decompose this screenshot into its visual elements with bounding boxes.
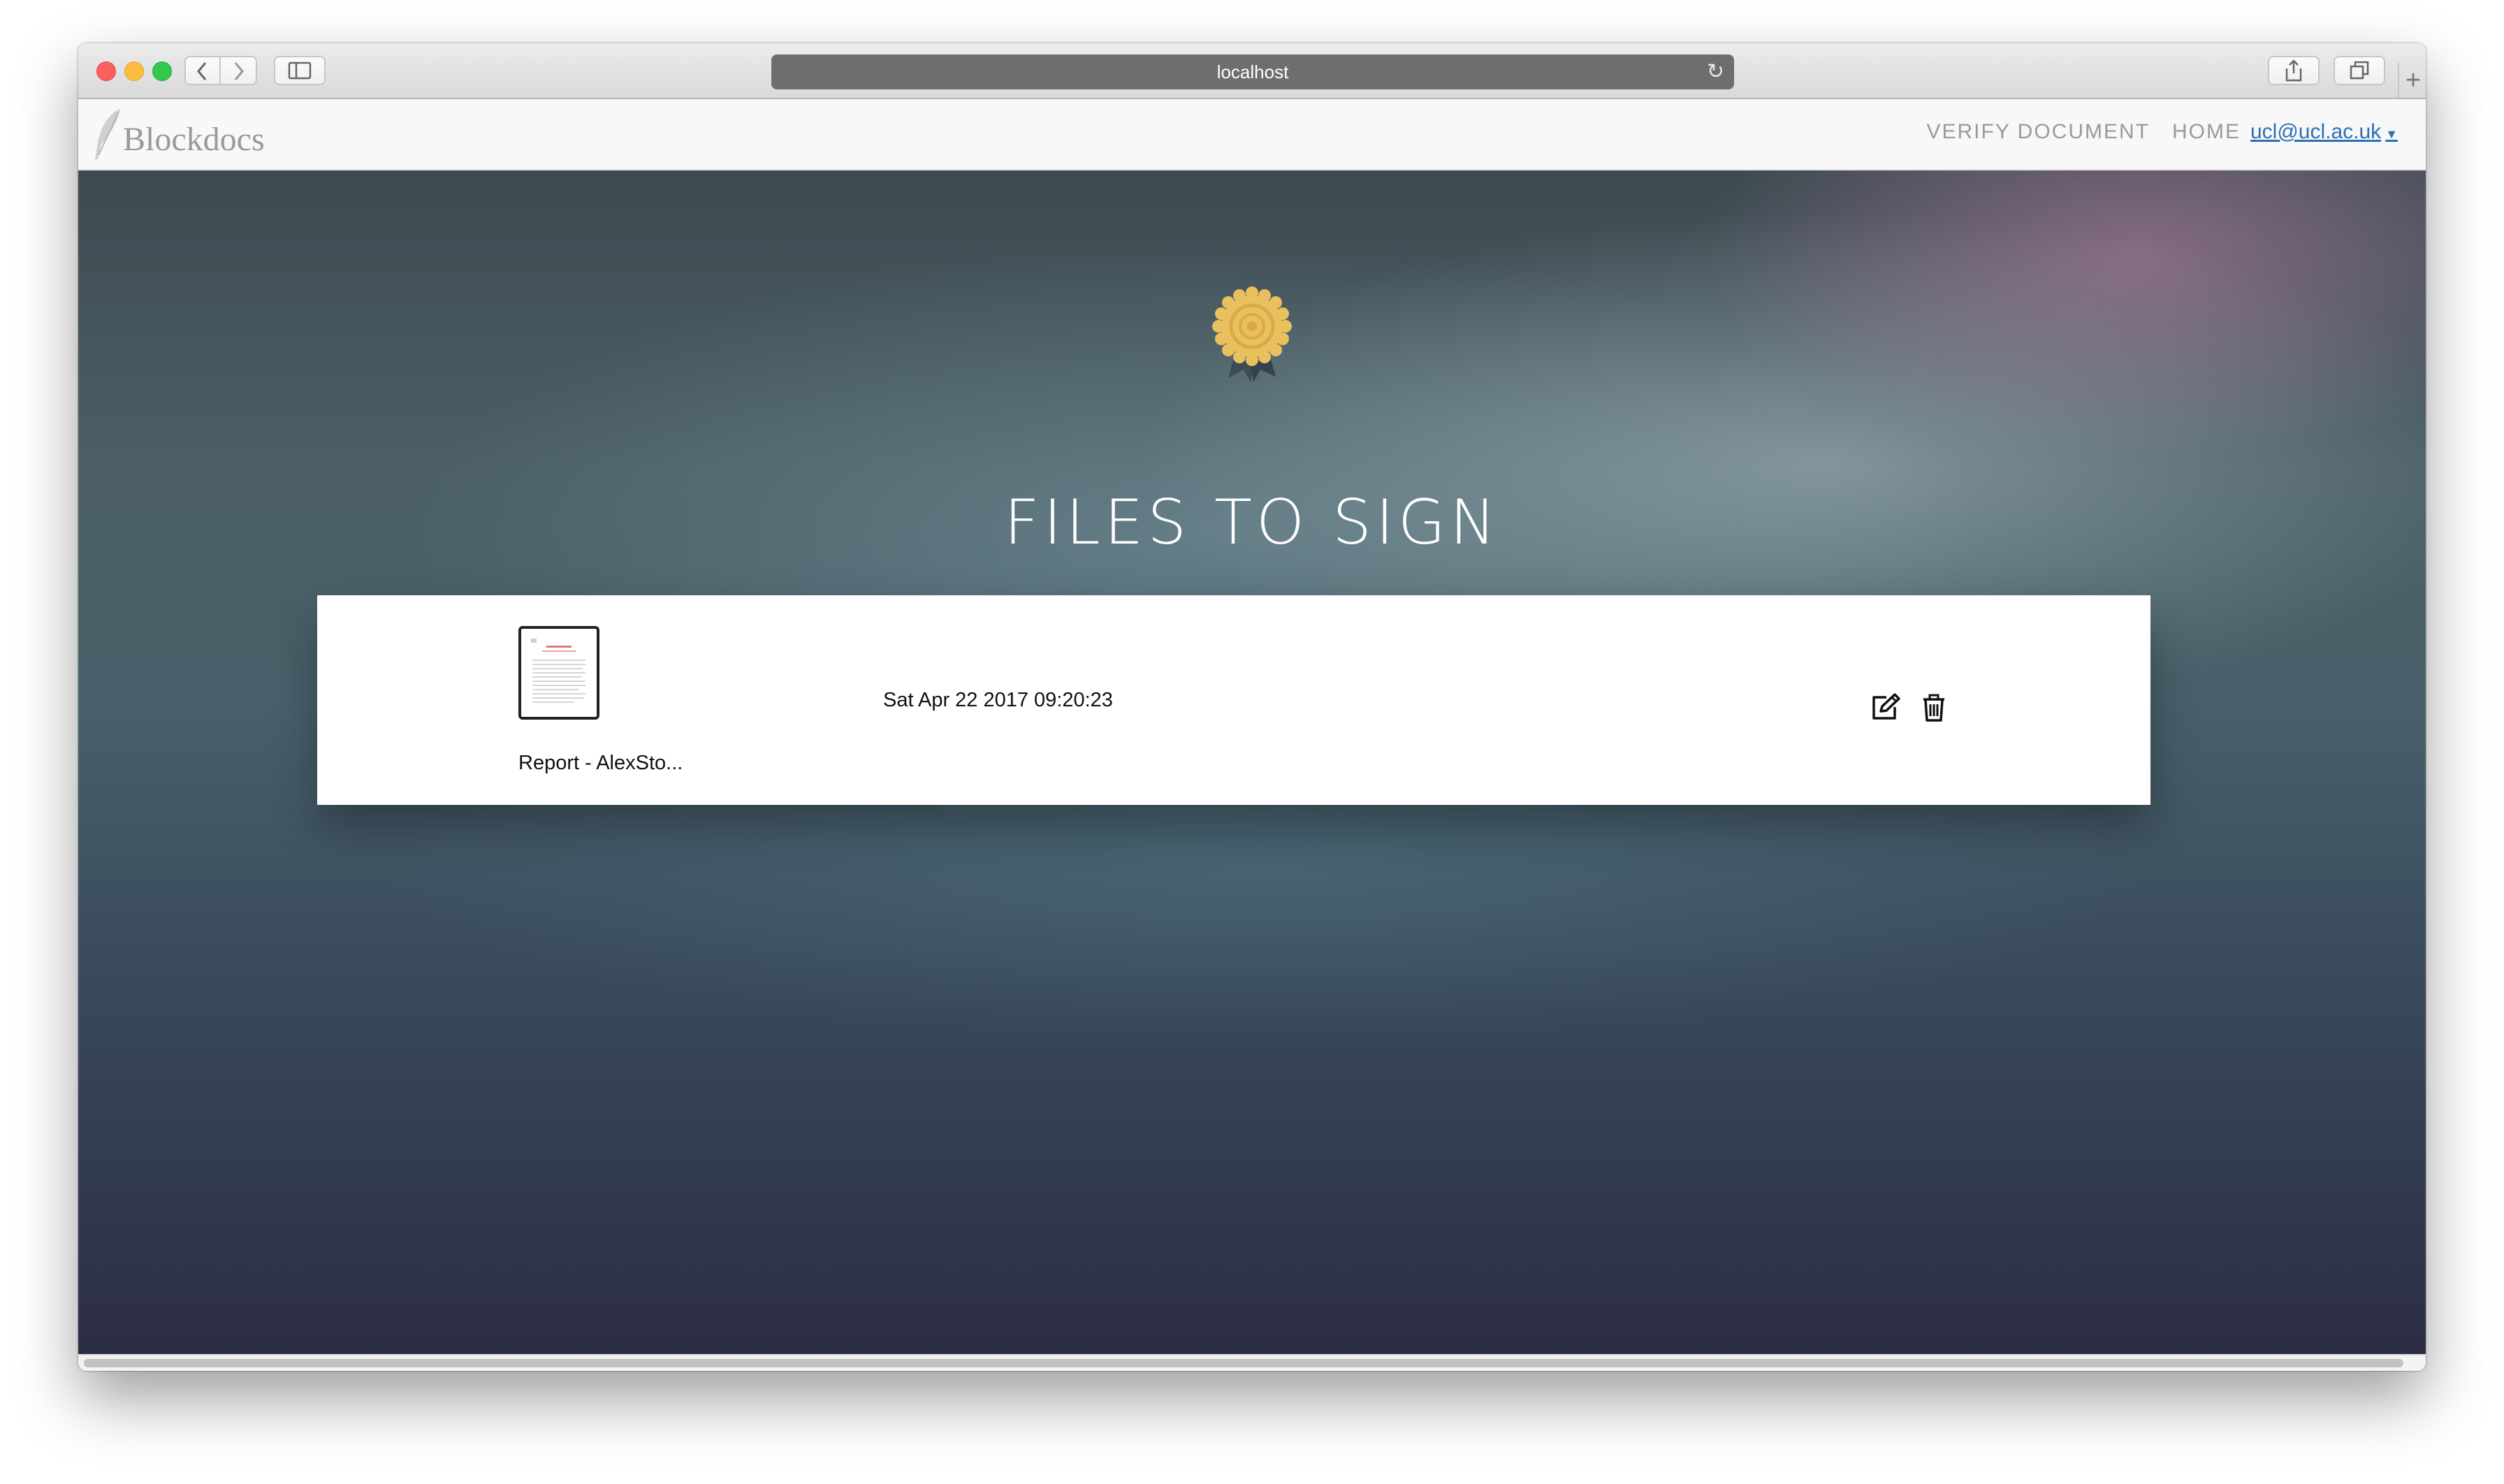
- document-preview-icon: [531, 639, 585, 703]
- chevron-left-icon: [197, 62, 207, 80]
- close-window-button[interactable]: [96, 61, 116, 81]
- chevron-right-icon: [234, 62, 244, 80]
- back-button[interactable]: [184, 56, 221, 85]
- nav-home[interactable]: HOME: [2172, 120, 2241, 144]
- delete-file-button[interactable]: [1921, 693, 1946, 726]
- user-menu[interactable]: ucl@ucl.ac.uk ▼: [2250, 120, 2398, 144]
- edit-icon: [1872, 693, 1900, 720]
- share-icon: [2285, 59, 2302, 82]
- maximize-window-button[interactable]: [152, 61, 172, 81]
- caret-down-icon: ▼: [2385, 127, 2398, 141]
- file-list-card: Report - AlexSto... Sat Apr 22 2017 09:2…: [317, 595, 2150, 805]
- scrollbar-thumb[interactable]: [84, 1359, 2403, 1367]
- horizontal-scrollbar[interactable]: [78, 1354, 2426, 1371]
- trash-icon: [1923, 694, 1944, 722]
- page-title: FILES TO SIGN: [1004, 486, 1500, 558]
- file-name[interactable]: Report - AlexSto...: [518, 752, 683, 775]
- seal-icon: [1212, 286, 1292, 382]
- browser-window: localhost ↻ + Blockdocs VERIFY DOCUMENT: [78, 43, 2426, 1371]
- nav-verify-document[interactable]: VERIFY DOCUMENT: [1927, 120, 2150, 144]
- sign-document-button[interactable]: [1870, 693, 1902, 726]
- share-button[interactable]: [2268, 56, 2320, 85]
- minimize-window-button[interactable]: [124, 61, 144, 81]
- feather-icon: [95, 109, 120, 159]
- new-tab-button[interactable]: +: [2398, 63, 2426, 98]
- site-navbar: Blockdocs VERIFY DOCUMENT HOME ucl@ucl.a…: [78, 99, 2426, 170]
- file-thumbnail[interactable]: [518, 626, 599, 720]
- address-text: localhost: [1216, 61, 1289, 82]
- show-tabs-button[interactable]: [2334, 56, 2385, 85]
- hero-section: FILES TO SIGN Report - AlexSto... Sat Ap…: [78, 170, 2426, 1354]
- tabs-icon: [2350, 61, 2369, 80]
- forward-button[interactable]: [221, 56, 257, 85]
- address-bar[interactable]: localhost ↻: [771, 54, 1734, 89]
- sidebar-toggle-button[interactable]: [274, 56, 326, 85]
- user-email: ucl@ucl.ac.uk: [2250, 120, 2382, 143]
- file-date: Sat Apr 22 2017 09:20:23: [883, 689, 1113, 711]
- sidebar-icon: [288, 61, 312, 80]
- reload-icon[interactable]: ↻: [1707, 54, 1724, 89]
- browser-toolbar: localhost ↻ +: [78, 43, 2426, 99]
- plus-icon: +: [2405, 66, 2422, 95]
- navbar-menu: VERIFY DOCUMENT HOME ucl@ucl.ac.uk ▼: [1905, 115, 2399, 150]
- web-page: Blockdocs VERIFY DOCUMENT HOME ucl@ucl.a…: [78, 99, 2426, 1371]
- brand-name: Blockdocs: [123, 121, 265, 158]
